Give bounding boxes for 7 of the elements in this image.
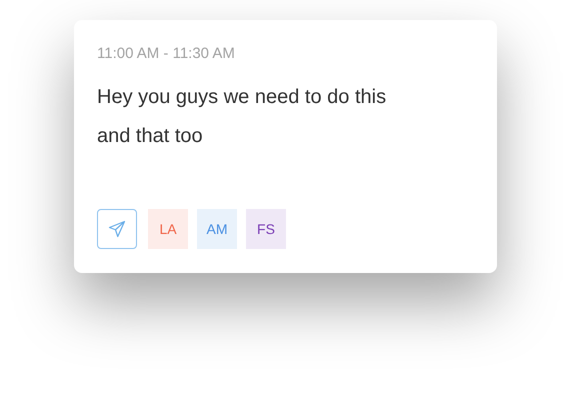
attendee-avatar[interactable]: AM [197,209,237,249]
event-message: Hey you guys we need to do this and that too [97,85,388,149]
paper-plane-icon [108,220,126,238]
attendee-avatar[interactable]: LA [148,209,188,249]
send-button[interactable] [97,209,137,249]
attendee-avatar[interactable]: FS [246,209,286,249]
event-time: 11:00 AM - 11:30 AM [97,44,236,64]
